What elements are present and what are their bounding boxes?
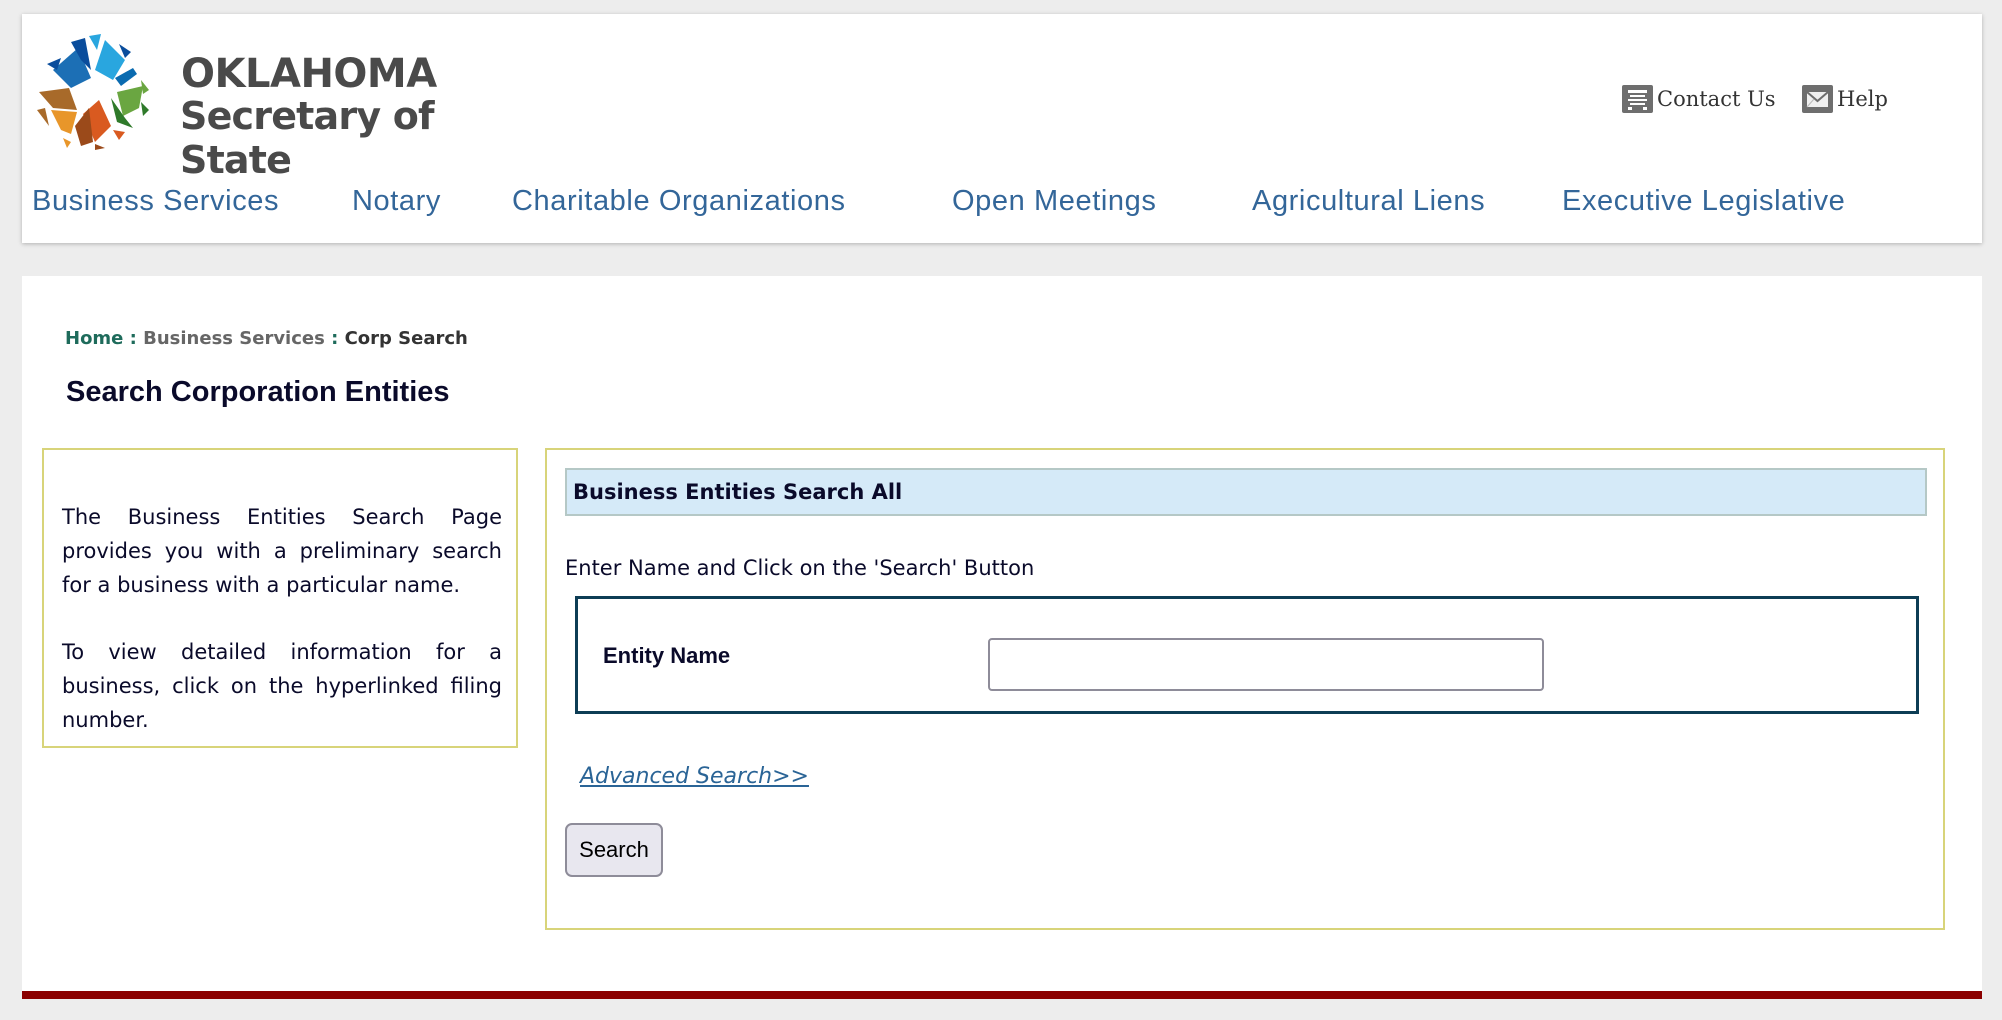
entity-name-fieldset: Entity Name (575, 596, 1919, 714)
advanced-search-link[interactable]: Advanced Search>> (580, 764, 809, 789)
info-panel: The Business Entities Search Page provid… (42, 448, 518, 748)
help-label: Help (1837, 87, 1888, 111)
breadcrumb-business-services[interactable]: Business Services (143, 328, 325, 349)
logo-subtitle: Secretary of State (180, 94, 435, 182)
search-panel-title: Business Entities Search All (573, 480, 903, 504)
search-panel-header: Business Entities Search All (565, 468, 1927, 516)
main-content: Home : Business Services : Corp Search S… (22, 276, 1982, 991)
entity-name-input[interactable] (988, 638, 1544, 691)
contact-us-link[interactable]: Contact Us (1622, 85, 1776, 113)
help-link[interactable]: Help (1802, 85, 1888, 113)
nav-executive-legislative[interactable]: Executive Legislative (1562, 185, 1845, 218)
site-logo[interactable]: OKLAHOMA Secretary of State (33, 30, 533, 182)
nav-business-services[interactable]: Business Services (32, 185, 279, 218)
contact-us-label: Contact Us (1657, 87, 1776, 111)
logo-title: OKLAHOMA (181, 51, 437, 97)
search-button[interactable]: Search (565, 823, 663, 877)
breadcrumb-separator: : (123, 328, 144, 349)
entity-name-label: Entity Name (603, 643, 731, 668)
nav-charitable-organizations[interactable]: Charitable Organizations (512, 185, 846, 218)
info-paragraph-2: To view detailed information for a busin… (62, 640, 502, 732)
nav-agricultural-liens[interactable]: Agricultural Liens (1252, 185, 1485, 218)
breadcrumb-current: Corp Search (344, 328, 468, 349)
oklahoma-star-logo-icon (37, 34, 149, 150)
site-header: OKLAHOMA Secretary of State Contact Us H… (22, 14, 1982, 243)
footer-divider (22, 991, 1982, 999)
main-nav: Business Services Notary Charitable Orga… (22, 185, 1982, 225)
info-paragraph-1: The Business Entities Search Page provid… (62, 505, 502, 597)
contact-form-icon (1622, 85, 1653, 113)
nav-notary[interactable]: Notary (352, 185, 441, 218)
search-instruction: Enter Name and Click on the 'Search' But… (565, 556, 1035, 580)
breadcrumb-home[interactable]: Home (65, 328, 123, 349)
envelope-icon (1802, 85, 1833, 113)
nav-open-meetings[interactable]: Open Meetings (952, 185, 1156, 218)
breadcrumb-separator: : (324, 328, 345, 349)
breadcrumb: Home : Business Services : Corp Search (65, 328, 468, 349)
search-panel: Business Entities Search All Enter Name … (545, 448, 1945, 930)
page-title: Search Corporation Entities (66, 376, 450, 408)
